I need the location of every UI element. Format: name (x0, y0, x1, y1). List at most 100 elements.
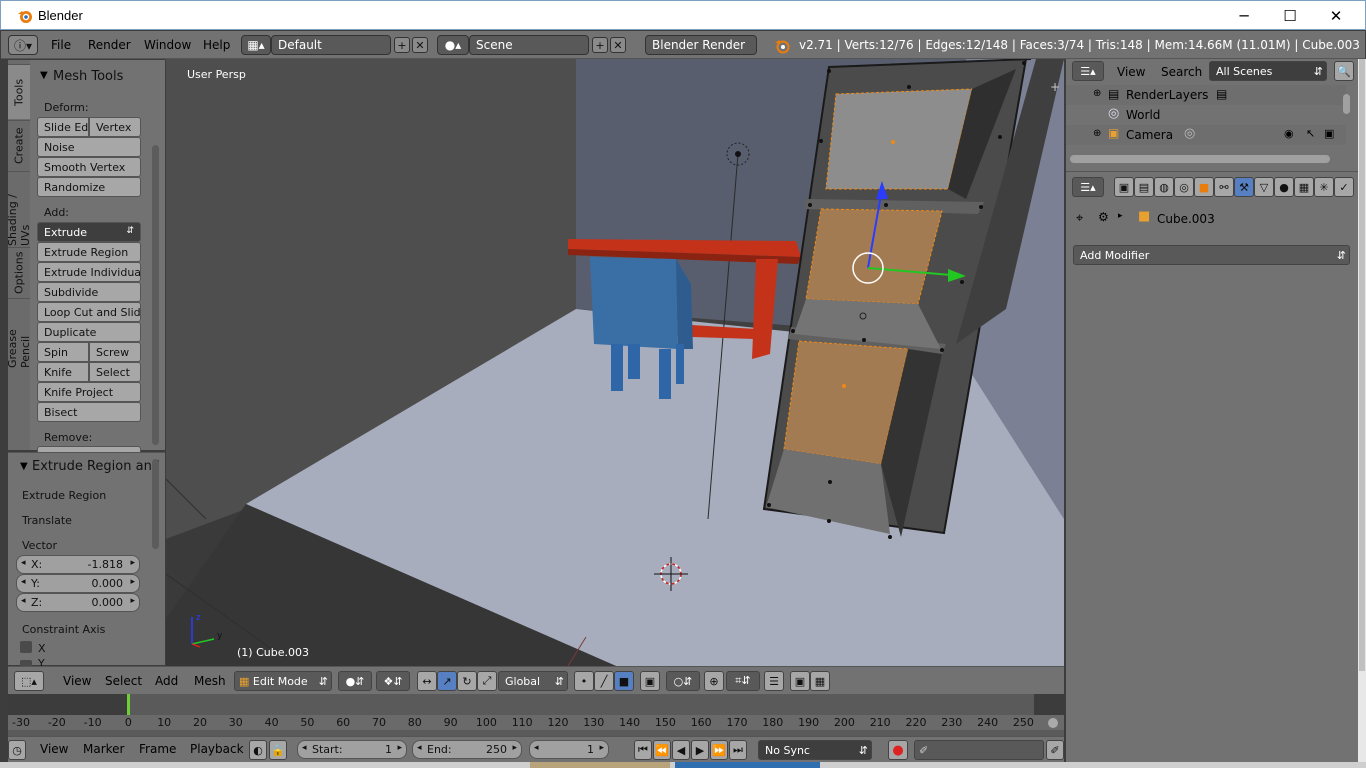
outliner-item-world[interactable]: World (1126, 108, 1160, 122)
outliner-display-select[interactable]: All Scenes ⇵ (1209, 61, 1327, 81)
maximize-button[interactable]: ☐ (1267, 1, 1313, 30)
extrude-menu[interactable]: Extrude ⇵ (37, 222, 141, 242)
outliner-row[interactable]: ⊕ ▤ RenderLayers ▤ (1066, 85, 1346, 105)
selectable-cursor-icon[interactable]: ↖ (1306, 127, 1315, 140)
physics-tab-icon[interactable]: ✓ (1334, 177, 1354, 197)
snap-element-select[interactable]: ⌗⇵ (726, 671, 760, 691)
snap-toggle-icon[interactable]: ⊕ (704, 671, 724, 691)
subdivide-button[interactable]: Subdivide (37, 282, 141, 302)
constraints-tab-icon[interactable]: ⚯ (1214, 177, 1234, 197)
editor-type-info-icon[interactable]: ⓘ▾ (8, 35, 38, 55)
menu-outliner-view[interactable]: View (1117, 65, 1145, 79)
render-layers-tab-icon[interactable]: ▤ (1134, 177, 1154, 197)
vertex-slide-button[interactable]: Vertex (89, 117, 141, 137)
extrude-individual-button[interactable]: Extrude Individual (37, 262, 141, 282)
editor-type-timeline-icon[interactable]: ◷ (8, 740, 26, 760)
menu-window[interactable]: Window (144, 38, 191, 52)
scale-manipulator-icon[interactable]: ⤢ (477, 671, 497, 691)
redo-panel-scrollbar[interactable] (152, 459, 159, 549)
knife-button[interactable]: Knife (37, 362, 89, 382)
menu-playback[interactable]: Playback (190, 742, 244, 756)
extrude-region-button[interactable]: Extrude Region (37, 242, 141, 262)
search-icon[interactable]: 🔍 (1334, 61, 1354, 81)
material-tab-icon[interactable]: ● (1274, 177, 1294, 197)
timeline-editor[interactable]: -30 -20 -10 0 10 20 30 40 50 60 70 80 90 100 110 120 130… (8, 694, 1064, 736)
3d-viewport[interactable]: z y User Persp (1) Cube.003 + (166, 59, 1064, 666)
render-animation-icon[interactable]: ▦ (810, 671, 830, 691)
limit-selection-visible-icon[interactable]: ▣ (640, 671, 660, 691)
render-tab-icon[interactable]: ▣ (1114, 177, 1134, 197)
particles-tab-icon[interactable]: ✳ (1314, 177, 1334, 197)
outliner-item-camera[interactable]: Camera (1126, 128, 1173, 142)
screw-button[interactable]: Screw (89, 342, 141, 362)
remove-layout-button[interactable]: ✕ (412, 37, 428, 53)
current-frame-indicator[interactable] (127, 694, 131, 715)
edge-select-mode-icon[interactable]: ╱ (594, 671, 614, 691)
menu-outliner-search[interactable]: Search (1161, 65, 1202, 79)
constraint-x-checkbox[interactable] (20, 641, 32, 653)
start-frame-field[interactable]: ◂ Start: 1 ▸ (297, 740, 407, 759)
outliner-hscrollbar[interactable] (1070, 155, 1330, 163)
tab-options[interactable]: Options (8, 247, 30, 297)
loop-cut-slide-button[interactable]: Loop Cut and Slide (37, 302, 141, 322)
scene-icon[interactable]: ●▴ (437, 35, 469, 55)
knife-project-button[interactable]: Knife Project (37, 382, 141, 402)
manipulator-toggle-icon[interactable]: ↔ (417, 671, 437, 691)
randomize-button[interactable]: Randomize (37, 177, 141, 197)
play-reverse-icon[interactable]: ◀ (672, 740, 690, 760)
sync-mode-select[interactable]: No Sync ⇵ (758, 740, 872, 760)
editor-type-3d-icon[interactable]: ⬚▴ (14, 671, 44, 691)
end-frame-field[interactable]: ◂ End: 250 ▸ (412, 740, 522, 759)
keying-set-field[interactable]: ✐ (914, 740, 1044, 760)
close-button[interactable]: ✕ (1313, 1, 1359, 30)
tab-grease-pencil[interactable]: Grease Pencil (6, 298, 32, 368)
spin-button[interactable]: Spin (37, 342, 89, 362)
mode-select[interactable]: ▦ Edit Mode ⇵ (234, 671, 332, 691)
menu-select[interactable]: Select (105, 674, 142, 688)
proportional-editing-select[interactable]: ○⇵ (666, 671, 700, 691)
add-layout-button[interactable]: + (394, 37, 410, 53)
current-frame-field[interactable]: ◂ 1 ▸ (529, 740, 609, 759)
transform-orientation-select[interactable]: Global ⇵ (498, 671, 568, 691)
screen-layout-field[interactable]: Default (271, 35, 391, 55)
jump-end-icon[interactable]: ⏭ (729, 740, 747, 760)
bisect-button[interactable]: Bisect (37, 402, 141, 422)
knife-select-button[interactable]: Select (89, 362, 141, 382)
outliner-item-renderlayers[interactable]: RenderLayers (1126, 88, 1208, 102)
play-icon[interactable]: ▶ (691, 740, 709, 760)
window-scrollbar[interactable] (1358, 59, 1366, 768)
menu-add[interactable]: Add (155, 674, 178, 688)
face-select-mode-icon[interactable]: ■ (614, 671, 634, 691)
add-modifier-menu[interactable]: Add Modifier ⇵ (1073, 245, 1350, 265)
outliner-row-partial[interactable] (1066, 145, 1346, 151)
minimize-button[interactable]: ─ (1221, 1, 1267, 30)
translate-manipulator-icon[interactable]: ↗ (437, 671, 457, 691)
mesh-data-tab-icon[interactable]: ▽ (1254, 177, 1274, 197)
render-still-icon[interactable]: ▣ (790, 671, 810, 691)
renderable-camera-icon[interactable]: ▣ (1324, 127, 1334, 140)
preview-range-icon[interactable]: ◐ (249, 740, 267, 760)
pivot-point-select[interactable]: ❖⇵ (376, 671, 410, 691)
outliner-row[interactable]: ◎ World (1066, 105, 1346, 125)
menu-file[interactable]: File (51, 38, 71, 52)
expand-icon[interactable]: ⊕ (1093, 128, 1101, 139)
menu-timeline-view[interactable]: View (40, 742, 68, 756)
render-engine-select[interactable]: Blender Render ⇵ (645, 35, 757, 55)
visibility-eye-icon[interactable]: ◉ (1284, 127, 1294, 140)
toggle-sidebar-plus-icon[interactable]: + (1050, 80, 1060, 94)
jump-keyframe-forward-icon[interactable]: ⏩ (710, 740, 728, 760)
outliner-vscrollbar[interactable] (1343, 94, 1350, 114)
tab-shading-uvs[interactable]: Shading / UVs (6, 171, 32, 246)
frame-ruler[interactable]: -30 -20 -10 0 10 20 30 40 50 60 70 80 90 100 110 120 130… (8, 715, 1064, 730)
jump-start-icon[interactable]: ⏮ (634, 740, 652, 760)
vertex-select-mode-icon[interactable]: • (574, 671, 594, 691)
menu-help[interactable]: Help (203, 38, 230, 52)
smooth-vertex-button[interactable]: Smooth Vertex (37, 157, 141, 177)
add-scene-button[interactable]: + (592, 37, 608, 53)
jump-keyframe-back-icon[interactable]: ⏪ (653, 740, 671, 760)
collapse-triangle-icon[interactable]: ▼ (40, 70, 48, 81)
viewport-scene[interactable] (166, 59, 1064, 666)
scene-tab-icon[interactable]: ◍ (1154, 177, 1174, 197)
editor-type-outliner-icon[interactable]: ☰▴ (1072, 61, 1104, 81)
tab-create[interactable]: Create (8, 120, 30, 170)
